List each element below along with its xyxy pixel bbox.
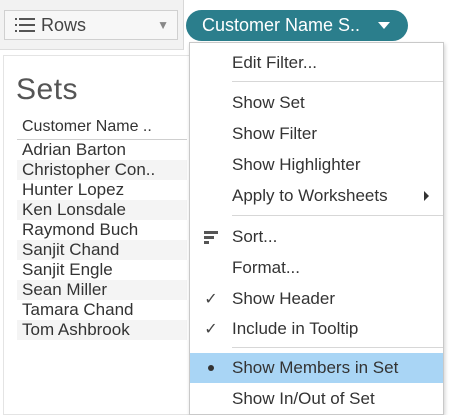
menu-item-apply-to-worksheets[interactable]: Apply to Worksheets	[190, 181, 443, 211]
menu-item-label: Show Highlighter	[232, 155, 361, 174]
submenu-arrow-icon	[424, 191, 429, 201]
checkmark-icon: ✓	[204, 291, 218, 308]
menu-item-show-in-out-of-set[interactable]: Show In/Out of Set	[190, 384, 443, 414]
menu-item-label: Format...	[232, 258, 301, 277]
menu-separator	[232, 215, 443, 216]
menu-item-label: Show Header	[232, 289, 336, 308]
list-item[interactable]: Raymond Buch	[17, 220, 187, 240]
menu-item-sort[interactable]: Sort...	[190, 222, 443, 252]
menu-item-show-set[interactable]: Show Set	[190, 88, 443, 118]
menu-item-label: Show Set	[232, 93, 305, 112]
menu-item-label: Sort...	[232, 227, 278, 246]
list-item[interactable]: Tom Ashbrook	[17, 320, 187, 340]
list-item[interactable]: Sanjit Engle	[17, 260, 187, 280]
pill-label: Customer Name S..	[202, 15, 361, 35]
list-item[interactable]: Christopher Con..	[17, 160, 187, 180]
sort-icon	[204, 230, 218, 244]
chevron-down-icon[interactable]	[378, 22, 390, 29]
checkmark-icon: ✓	[204, 321, 218, 338]
menu-item-label: Show Filter	[232, 124, 318, 143]
menu-item-include-in-tooltip[interactable]: ✓ Include in Tooltip	[190, 314, 443, 344]
column-header[interactable]: Customer Name ..	[17, 118, 187, 140]
pill-context-menu: Edit Filter... Show Set Show Filter Show…	[189, 42, 444, 415]
menu-item-format[interactable]: Format...	[190, 253, 443, 283]
menu-item-label: Show Members in Set	[232, 358, 399, 377]
customer-name-set-pill[interactable]: Customer Name S..	[186, 10, 408, 41]
bullet-icon	[208, 365, 214, 371]
list-item[interactable]: Adrian Barton	[17, 140, 187, 160]
menu-item-label: Apply to Worksheets	[232, 186, 388, 205]
member-list: Adrian Barton Christopher Con.. Hunter L…	[17, 140, 187, 340]
list-item[interactable]: Tamara Chand	[17, 300, 187, 320]
menu-item-label: Include in Tooltip	[232, 319, 359, 338]
sheet-title: Sets	[16, 73, 79, 106]
menu-item-edit-filter[interactable]: Edit Filter...	[190, 48, 443, 78]
list-item[interactable]: Hunter Lopez	[17, 180, 187, 200]
rows-shelf: Rows ▼	[0, 0, 184, 50]
rows-icon	[15, 18, 35, 32]
rows-label-text: Rows	[41, 14, 87, 35]
list-item[interactable]: Ken Lonsdale	[17, 200, 187, 220]
menu-item-show-filter[interactable]: Show Filter	[190, 119, 443, 149]
menu-item-show-members-in-set[interactable]: Show Members in Set	[190, 353, 443, 383]
menu-item-label: Edit Filter...	[232, 53, 318, 72]
rows-shelf-label[interactable]: Rows ▼	[4, 10, 178, 40]
menu-item-label: Show In/Out of Set	[232, 389, 375, 408]
menu-item-show-highlighter[interactable]: Show Highlighter	[190, 150, 443, 180]
menu-separator	[232, 81, 443, 82]
shelf-dropdown-icon[interactable]: ▼	[157, 18, 169, 32]
menu-item-show-header[interactable]: ✓ Show Header	[190, 284, 443, 314]
list-item[interactable]: Sean Miller	[17, 280, 187, 300]
menu-separator	[232, 347, 443, 348]
list-item[interactable]: Sanjit Chand	[17, 240, 187, 260]
